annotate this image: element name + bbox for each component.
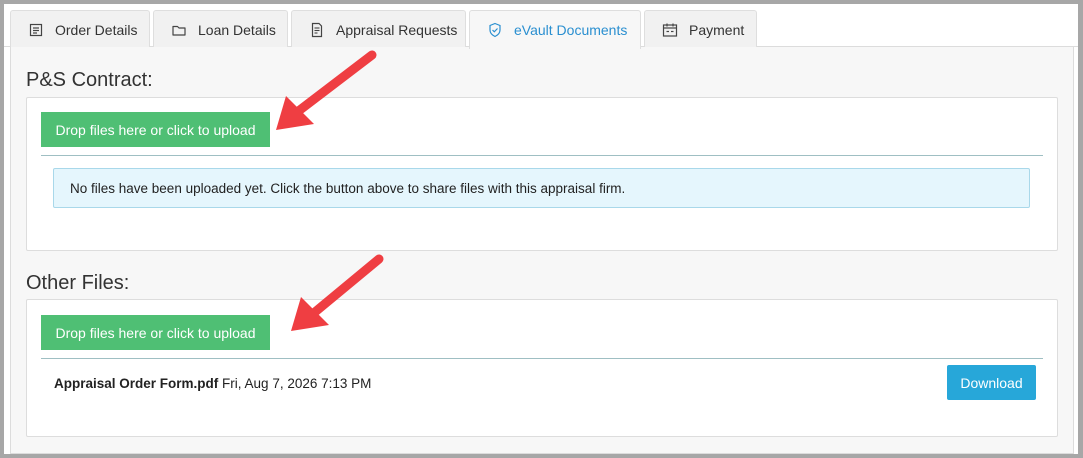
tab-evault-documents[interactable]: eVault Documents	[469, 10, 641, 49]
other-files-panel: Drop files here or click to upload Appra…	[26, 299, 1058, 437]
file-list-item: Appraisal Order Form.pdf Fri, Aug 7, 202…	[54, 376, 371, 391]
other-files-title: Other Files:	[26, 272, 130, 294]
ps-contract-title: P&S Contract:	[26, 69, 153, 91]
tab-order-details[interactable]: Order Details	[10, 10, 150, 48]
file-date: Fri, Aug 7, 2026 7:13 PM	[222, 376, 372, 391]
other-files-upload-button[interactable]: Drop files here or click to upload	[41, 315, 270, 350]
ps-contract-upload-button[interactable]: Drop files here or click to upload	[41, 112, 270, 147]
app-window: Order Details Loan Details Appraisal Req…	[4, 4, 1078, 454]
tab-bar: Order Details Loan Details Appraisal Req…	[4, 4, 1078, 49]
tab-label: Order Details	[55, 21, 138, 38]
ps-contract-divider	[41, 155, 1043, 156]
tab-label: Appraisal Requests	[336, 21, 458, 38]
ps-contract-panel: Drop files here or click to upload No fi…	[26, 97, 1058, 251]
tab-loan-details[interactable]: Loan Details	[153, 10, 288, 48]
other-files-divider	[41, 358, 1043, 359]
calendar-icon	[662, 22, 678, 38]
tab-payment[interactable]: Payment	[644, 10, 757, 48]
no-files-alert: No files have been uploaded yet. Click t…	[53, 168, 1030, 208]
tab-label: Loan Details	[198, 21, 276, 38]
document-icon	[309, 22, 325, 38]
tab-label: eVault Documents	[514, 22, 628, 38]
file-name: Appraisal Order Form.pdf	[54, 376, 219, 391]
no-files-message: No files have been uploaded yet. Click t…	[70, 180, 626, 196]
shield-icon	[487, 22, 503, 38]
download-button[interactable]: Download	[947, 365, 1036, 400]
tab-label: Payment	[689, 21, 745, 38]
tab-appraisal-requests[interactable]: Appraisal Requests	[291, 10, 466, 48]
folder-icon	[171, 22, 187, 38]
list-icon	[28, 22, 44, 38]
evault-documents-panel: P&S Contract: Drop files here or click t…	[10, 47, 1074, 454]
